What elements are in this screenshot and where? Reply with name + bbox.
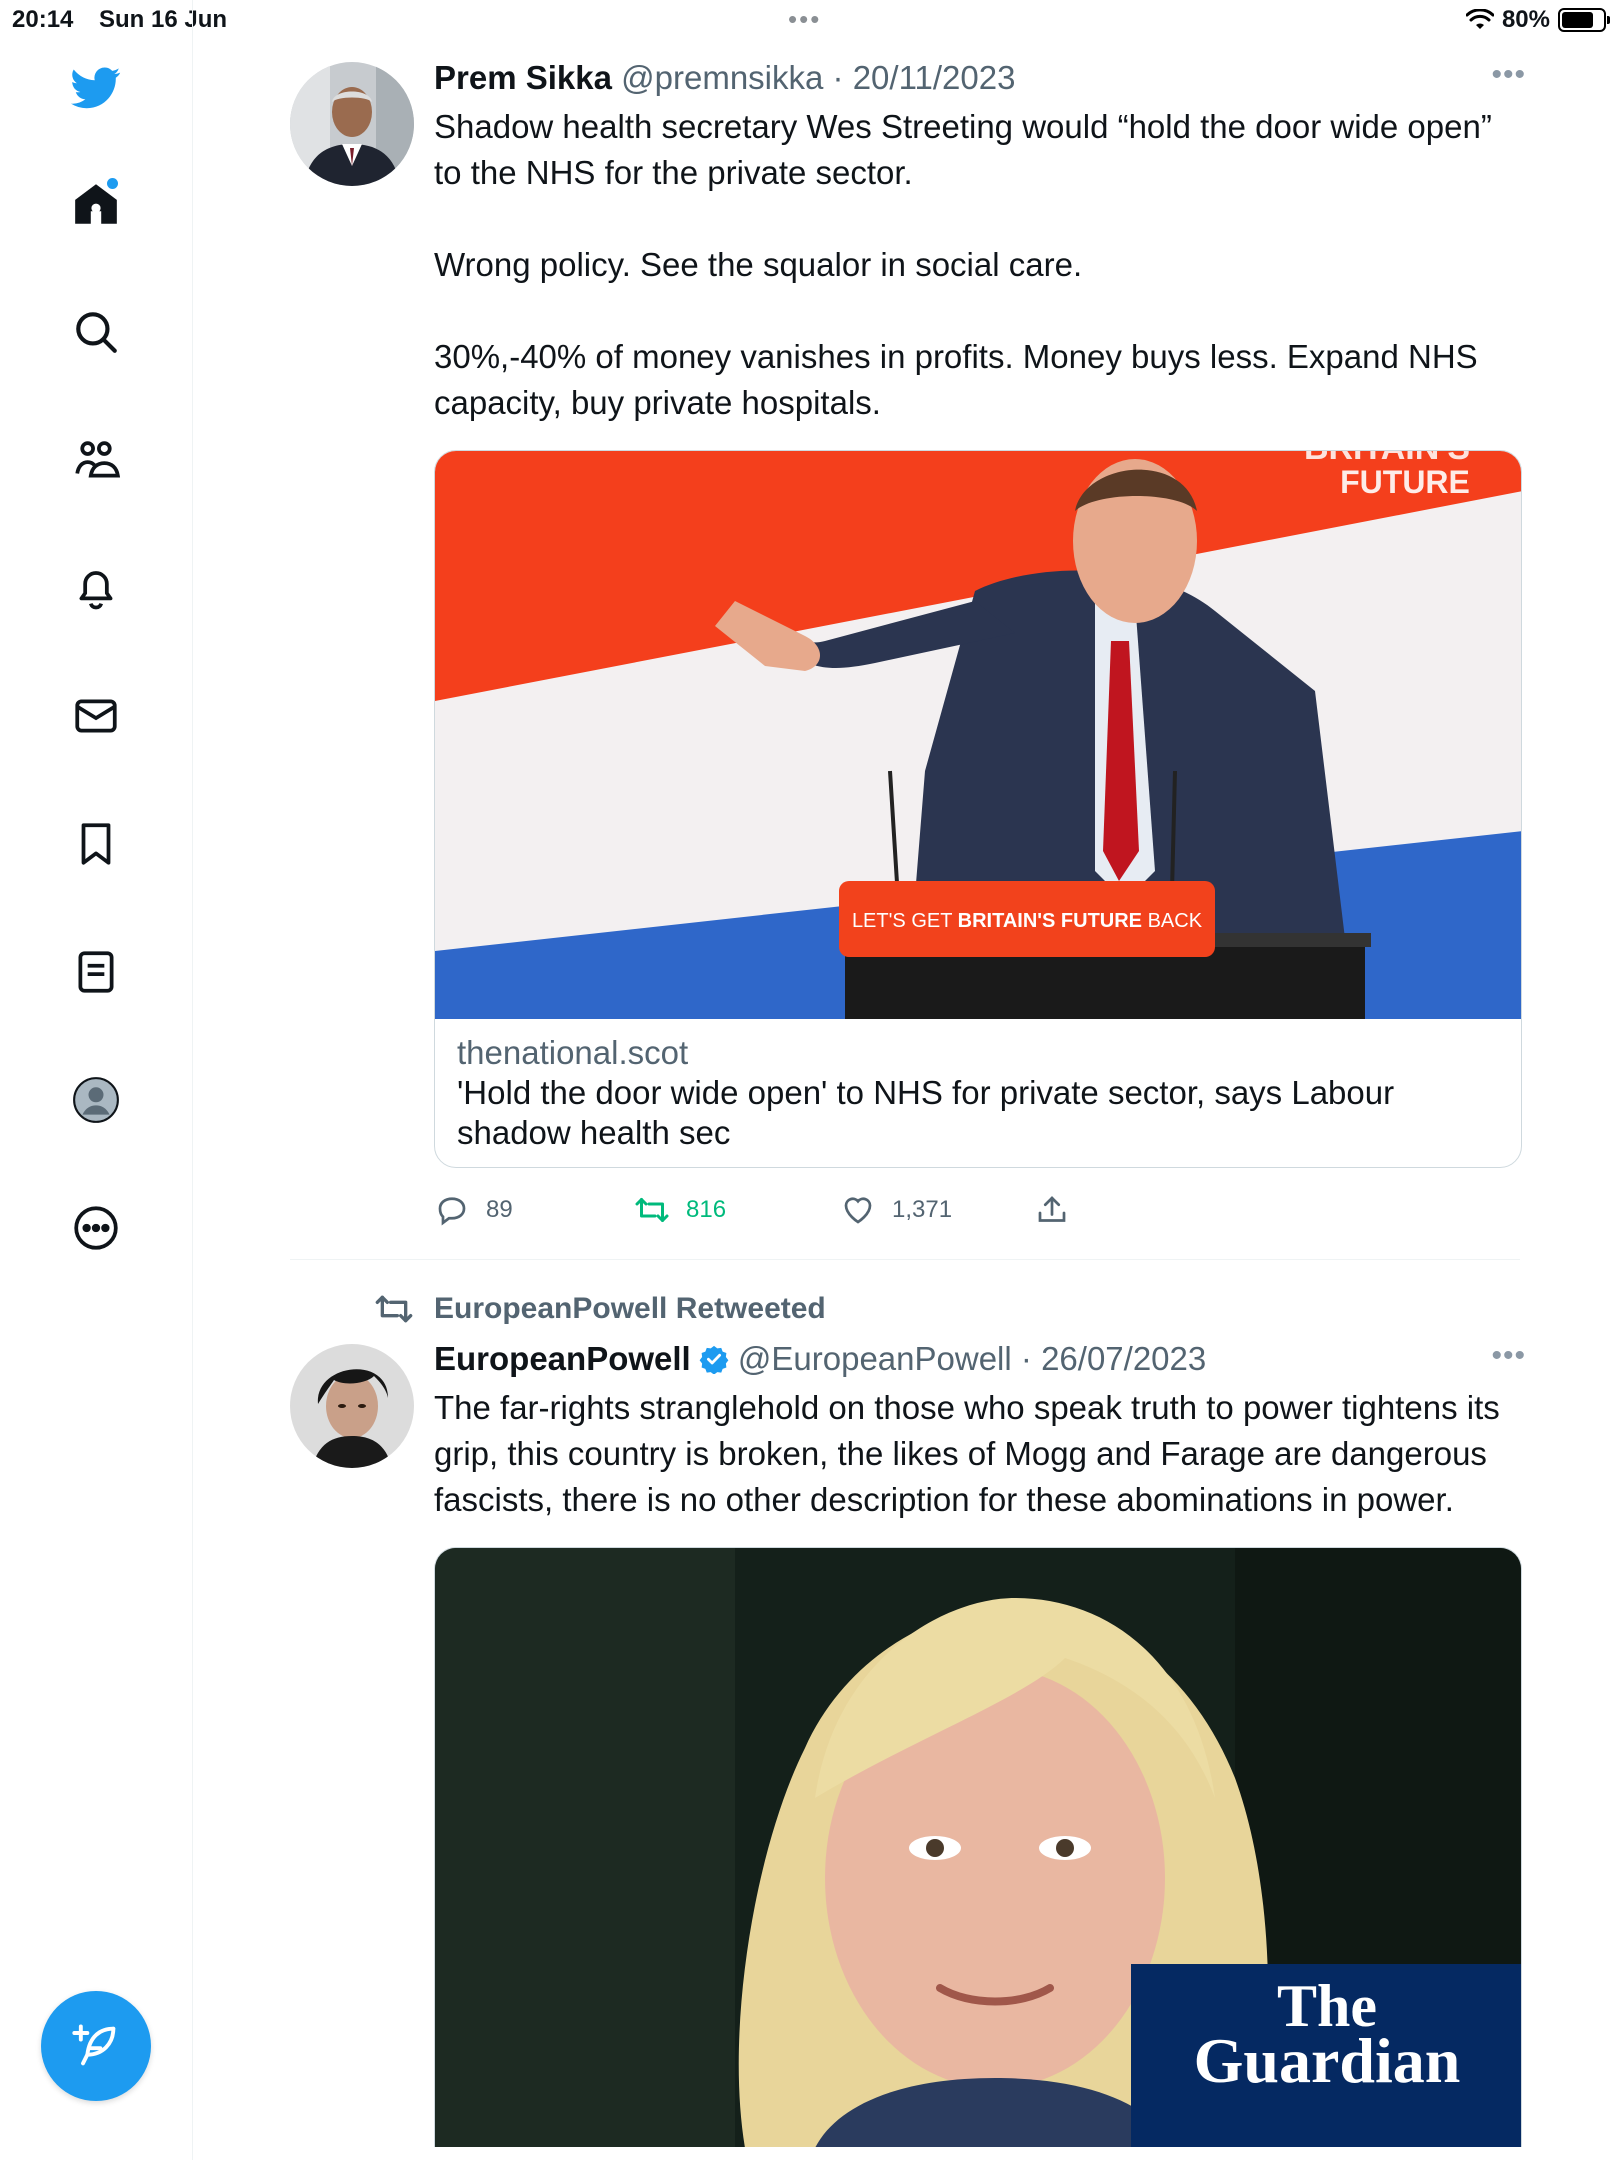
reply-button[interactable]: 89	[434, 1192, 513, 1228]
retweet-indicator[interactable]: EuropeanPowell Retweeted	[374, 1289, 826, 1329]
tweet-date[interactable]: · 26/07/2023	[1021, 1340, 1206, 1377]
backdrop-text-bottom: FUTURE	[1340, 464, 1470, 500]
share-button[interactable]	[1034, 1192, 1070, 1228]
retweet-icon	[635, 1198, 669, 1222]
like-count: 1,371	[892, 1196, 953, 1223]
more-options-icon[interactable]: •••	[1491, 58, 1526, 92]
more-circle-icon[interactable]	[64, 1196, 128, 1260]
sidebar	[0, 0, 193, 2160]
card-meta: thenational.scot 'Hold the door wide ope…	[435, 1019, 1521, 1167]
notifications-bell-icon[interactable]	[64, 556, 128, 620]
compose-button[interactable]	[41, 1991, 151, 2101]
reply-count: 89	[486, 1196, 513, 1223]
reply-icon	[438, 1197, 466, 1226]
guardian-logo-line2: Guardian	[1194, 2025, 1461, 2096]
notification-dot	[107, 178, 118, 189]
retweet-button[interactable]: 816	[634, 1192, 726, 1228]
author-name[interactable]: EuropeanPowell	[434, 1340, 691, 1377]
tweet-image[interactable]: The Guardian	[434, 1547, 1522, 2147]
tweet-body: EuropeanPowell @EuropeanPowell · 26/07/2…	[434, 1339, 1526, 2147]
profile-avatar-icon[interactable]	[64, 1068, 128, 1132]
retweeted-by: EuropeanPowell Retweeted	[434, 1292, 826, 1325]
twitter-bird-icon[interactable]	[64, 56, 128, 120]
link-card[interactable]: BRITAIN'S FUTURE	[434, 450, 1522, 1168]
card-domain: thenational.scot	[457, 1034, 689, 1071]
bookmark-icon[interactable]	[64, 812, 128, 876]
podium-slogan: LET'S GET BRITAIN'S FUTURE BACK	[852, 910, 1203, 932]
home-icon[interactable]	[64, 172, 128, 236]
tweet-header: Prem Sikka @premnsikka · 20/11/2023	[434, 58, 1524, 98]
tweet-date[interactable]: · 20/11/2023	[833, 59, 1016, 96]
tweet-text: The far-rights stranglehold on those who…	[434, 1389, 1509, 1518]
tweet-divider	[290, 1259, 1520, 1260]
communities-icon[interactable]	[64, 428, 128, 492]
tweet-header: EuropeanPowell @EuropeanPowell · 26/07/2…	[434, 1339, 1524, 1379]
author-handle[interactable]: @EuropeanPowell	[738, 1340, 1012, 1377]
card-image: BRITAIN'S FUTURE	[435, 451, 1521, 1019]
messages-mail-icon[interactable]	[64, 684, 128, 748]
tweet-body: Prem Sikka @premnsikka · 20/11/2023 ••• …	[434, 58, 1526, 1242]
lists-icon[interactable]	[64, 940, 128, 1004]
compose-feather-icon	[72, 2024, 116, 2066]
like-button[interactable]: 1,371	[840, 1192, 952, 1228]
share-icon	[1038, 1196, 1066, 1222]
tweet-actions: 89 816 1,371	[434, 1182, 1524, 1242]
author-handle[interactable]: @premnsikka	[621, 59, 823, 96]
more-options-icon[interactable]: •••	[1491, 1339, 1526, 1373]
timeline: Prem Sikka @premnsikka · 20/11/2023 ••• …	[194, 0, 1620, 2160]
retweet-count: 816	[686, 1196, 727, 1223]
card-title: 'Hold the door wide open' to NHS for pri…	[457, 1074, 1395, 1151]
author-name[interactable]: Prem Sikka	[434, 59, 612, 96]
search-icon[interactable]	[64, 300, 128, 364]
heart-icon	[844, 1197, 872, 1224]
avatar[interactable]	[290, 1344, 414, 1468]
retweet-icon	[375, 1295, 413, 1323]
avatar[interactable]	[290, 62, 414, 186]
verified-badge-icon	[699, 1345, 729, 1374]
tweet-text: Shadow health secretary Wes Streeting wo…	[434, 108, 1492, 421]
